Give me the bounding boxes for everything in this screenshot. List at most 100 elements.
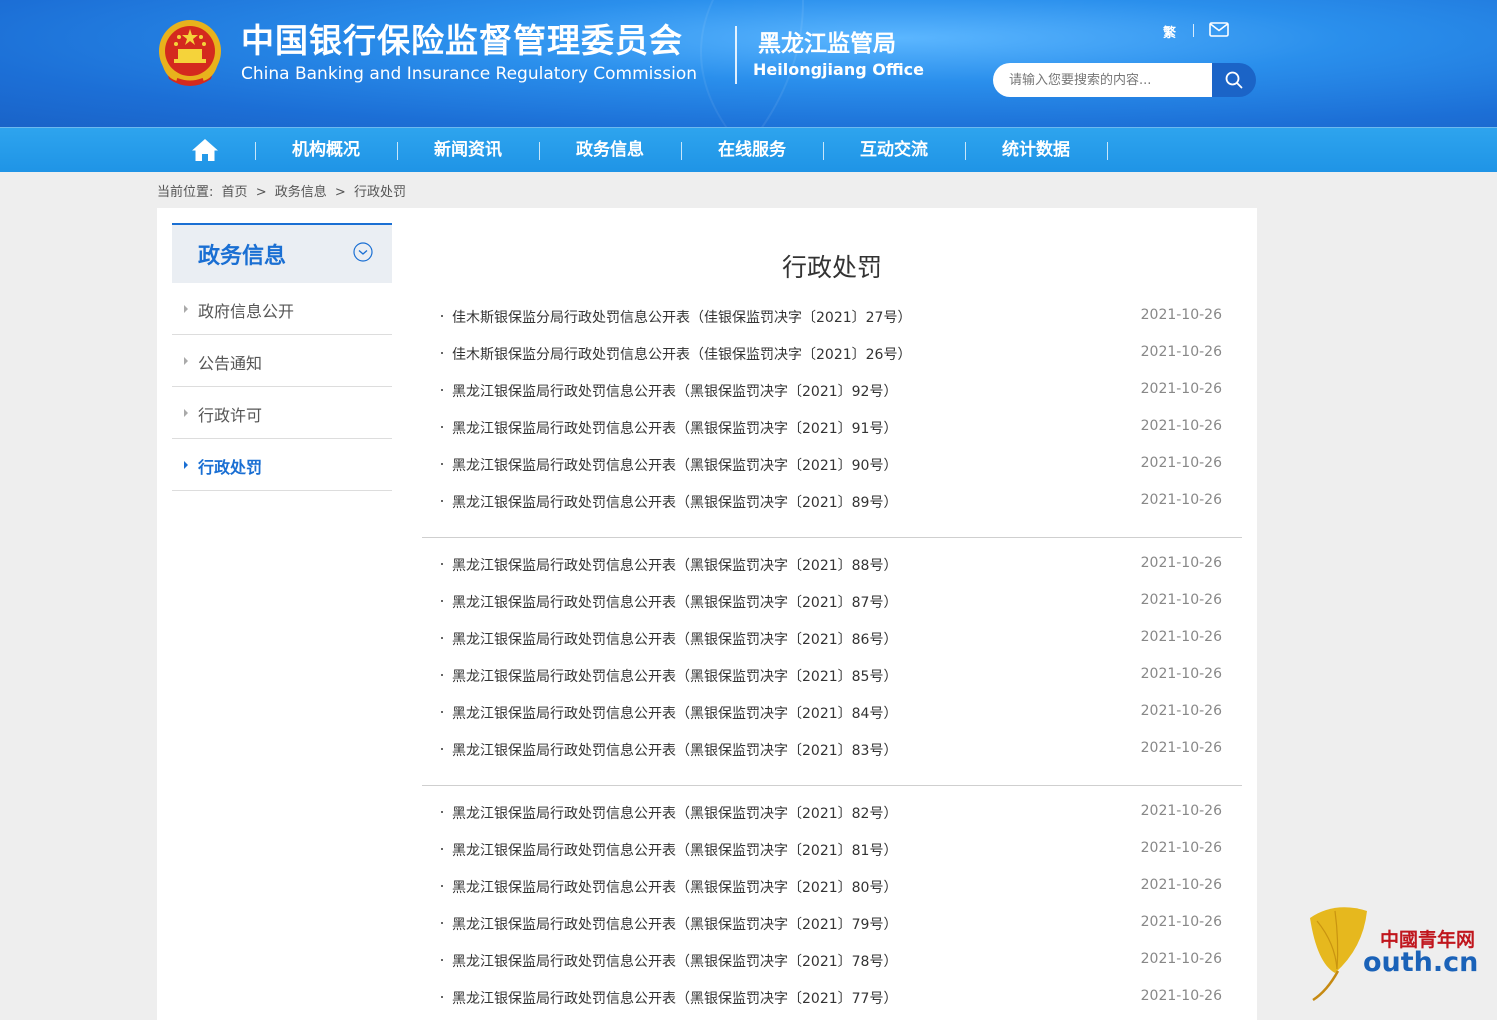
nav-item-news[interactable]: 新闻资讯 [397, 128, 539, 173]
list-item[interactable]: 黑龙江银保监局行政处罚信息公开表（黑银保监罚决字〔2021〕83号） 2021-1… [422, 731, 1242, 768]
nav-item-institution[interactable]: 机构概况 [255, 128, 397, 173]
list-item-title[interactable]: 黑龙江银保监局行政处罚信息公开表（黑银保监罚决字〔2021〕81号） [452, 840, 897, 860]
list-item-date: 2021-10-26 [1140, 840, 1222, 856]
nav-item-government-info[interactable]: 政务信息 [539, 128, 681, 173]
list-item-title[interactable]: 黑龙江银保监局行政处罚信息公开表（黑银保监罚决字〔2021〕90号） [452, 455, 897, 475]
bullet-dot-icon [441, 711, 443, 713]
list-group: 黑龙江银保监局行政处罚信息公开表（黑银保监罚决字〔2021〕88号） 2021-1… [422, 546, 1242, 768]
chevron-down-icon[interactable] [353, 242, 373, 262]
list-item-date: 2021-10-26 [1140, 344, 1222, 360]
list-item[interactable]: 黑龙江银保监局行政处罚信息公开表（黑银保监罚决字〔2021〕92号） 2021-1… [422, 372, 1242, 409]
list-item[interactable]: 黑龙江银保监局行政处罚信息公开表（黑银保监罚决字〔2021〕85号） 2021-1… [422, 657, 1242, 694]
list-item-date: 2021-10-26 [1140, 555, 1222, 571]
bullet-dot-icon [441, 811, 443, 813]
list-item[interactable]: 黑龙江银保监局行政处罚信息公开表（黑银保监罚决字〔2021〕90号） 2021-1… [422, 446, 1242, 483]
list-item-title[interactable]: 佳木斯银保监分局行政处罚信息公开表（佳银保监罚决字〔2021〕26号） [452, 344, 911, 364]
breadcrumb-home[interactable]: 首页 [222, 185, 248, 200]
content-title: 行政处罚 [781, 253, 882, 282]
list-item-title[interactable]: 黑龙江银保监局行政处罚信息公开表（黑银保监罚决字〔2021〕89号） [452, 492, 897, 512]
list-item-date: 2021-10-26 [1140, 381, 1222, 397]
list-item[interactable]: 黑龙江银保监局行政处罚信息公开表（黑银保监罚决字〔2021〕84号） 2021-1… [422, 694, 1242, 731]
search-box [993, 63, 1256, 97]
search-input[interactable] [993, 63, 1212, 97]
national-emblem-icon[interactable] [157, 17, 223, 87]
breadcrumb-government-info[interactable]: 政务信息 [275, 185, 327, 200]
list-item[interactable]: 佳木斯银保监分局行政处罚信息公开表（佳银保监罚决字〔2021〕26号） 2021-… [422, 335, 1242, 372]
office-name-cn: 黑龙江监管局 [758, 31, 896, 57]
list-item-date: 2021-10-26 [1140, 492, 1222, 508]
list-item[interactable]: 黑龙江银保监局行政处罚信息公开表（黑银保监罚决字〔2021〕86号） 2021-1… [422, 620, 1242, 657]
bullet-dot-icon [441, 500, 443, 502]
main-panel: 政务信息 政府信息公开 公告通知 行政许可 行政处罚 行政处罚 佳木斯银保监分局… [157, 208, 1257, 1020]
breadcrumb-current[interactable]: 行政处罚 [354, 185, 406, 200]
list-item-title[interactable]: 佳木斯银保监分局行政处罚信息公开表（佳银保监罚决字〔2021〕27号） [452, 307, 911, 327]
list-item-title[interactable]: 黑龙江银保监局行政处罚信息公开表（黑银保监罚决字〔2021〕85号） [452, 666, 897, 686]
list-item[interactable]: 黑龙江银保监局行政处罚信息公开表（黑银保监罚决字〔2021〕89号） 2021-1… [422, 483, 1242, 520]
nav-item-online-service[interactable]: 在线服务 [681, 128, 823, 173]
list-item[interactable]: 黑龙江银保监局行政处罚信息公开表（黑银保监罚决字〔2021〕82号） 2021-1… [422, 794, 1242, 831]
list-item-date: 2021-10-26 [1140, 307, 1222, 323]
bullet-dot-icon [441, 315, 443, 317]
list-group: 佳木斯银保监分局行政处罚信息公开表（佳银保监罚决字〔2021〕27号） 2021-… [422, 298, 1242, 520]
list-item[interactable]: 黑龙江银保监局行政处罚信息公开表（黑银保监罚决字〔2021〕81号） 2021-1… [422, 831, 1242, 868]
search-button[interactable] [1212, 63, 1256, 97]
list-item-title[interactable]: 黑龙江银保监局行政处罚信息公开表（黑银保监罚决字〔2021〕82号） [452, 803, 897, 823]
site-title-en: China Banking and Insurance Regulatory C… [241, 64, 698, 84]
bullet-dot-icon [441, 637, 443, 639]
list-item-date: 2021-10-26 [1140, 666, 1222, 682]
bullet-dot-icon [441, 922, 443, 924]
breadcrumb-separator: > [334, 185, 346, 200]
list-item[interactable]: 黑龙江银保监局行政处罚信息公开表（黑银保监罚决字〔2021〕78号） 2021-1… [422, 942, 1242, 979]
list-item[interactable]: 黑龙江银保监局行政处罚信息公开表（黑银保监罚决字〔2021〕80号） 2021-1… [422, 868, 1242, 905]
nav-item-interaction[interactable]: 互动交流 [823, 128, 965, 173]
nav-item-statistics[interactable]: 统计数据 [965, 128, 1107, 173]
list-item[interactable]: 黑龙江银保监局行政处罚信息公开表（黑银保监罚决字〔2021〕79号） 2021-1… [422, 905, 1242, 942]
list-item-title[interactable]: 黑龙江银保监局行政处罚信息公开表（黑银保监罚决字〔2021〕79号） [452, 914, 897, 934]
watermark-en-text: outh.cn [1363, 947, 1479, 978]
sidebar-item-administrative-license[interactable]: 行政许可 [172, 387, 392, 439]
sidebar-item-administrative-penalty[interactable]: 行政处罚 [172, 439, 392, 491]
list-item[interactable]: 佳木斯银保监分局行政处罚信息公开表（佳银保监罚决字〔2021〕27号） 2021-… [422, 298, 1242, 335]
list-item-title[interactable]: 黑龙江银保监局行政处罚信息公开表（黑银保监罚决字〔2021〕86号） [452, 629, 897, 649]
traditional-chinese-link[interactable]: 繁 [1163, 22, 1176, 41]
office-name-en: Heilongjiang Office [753, 60, 925, 79]
bullet-dot-icon [441, 959, 443, 961]
list-item-title[interactable]: 黑龙江银保监局行政处罚信息公开表（黑银保监罚决字〔2021〕80号） [452, 877, 897, 897]
sidebar-item-announcements[interactable]: 公告通知 [172, 335, 392, 387]
list-item-title[interactable]: 黑龙江银保监局行政处罚信息公开表（黑银保监罚决字〔2021〕91号） [452, 418, 897, 438]
bullet-dot-icon [441, 352, 443, 354]
list-item[interactable]: 黑龙江银保监局行政处罚信息公开表（黑银保监罚决字〔2021〕88号） 2021-1… [422, 546, 1242, 583]
list-item-date: 2021-10-26 [1140, 703, 1222, 719]
header-divider [735, 26, 737, 84]
bullet-dot-icon [441, 996, 443, 998]
main-nav: 机构概况 新闻资讯 政务信息 在线服务 互动交流 统计数据 [0, 127, 1497, 172]
sidebar-header: 政务信息 [172, 223, 392, 283]
sidebar-item-label: 行政许可 [198, 406, 263, 425]
list-item-title[interactable]: 黑龙江银保监局行政处罚信息公开表（黑银保监罚决字〔2021〕78号） [452, 951, 897, 971]
list-item-title[interactable]: 黑龙江银保监局行政处罚信息公开表（黑银保监罚决字〔2021〕83号） [452, 740, 897, 760]
breadcrumb-separator: > [255, 185, 267, 200]
list-item[interactable]: 黑龙江银保监局行政处罚信息公开表（黑银保监罚决字〔2021〕87号） 2021-1… [422, 583, 1242, 620]
search-icon [1225, 71, 1243, 89]
list-item-title[interactable]: 黑龙江银保监局行政处罚信息公开表（黑银保监罚决字〔2021〕92号） [452, 381, 897, 401]
list-item-title[interactable]: 黑龙江银保监局行政处罚信息公开表（黑银保监罚决字〔2021〕77号） [452, 988, 897, 1008]
mail-icon[interactable] [1209, 22, 1229, 37]
sidebar-item-label: 行政处罚 [198, 458, 263, 477]
list-item-date: 2021-10-26 [1140, 455, 1222, 471]
home-icon[interactable] [191, 138, 219, 162]
nav-separator [1107, 142, 1108, 160]
list-item-date: 2021-10-26 [1140, 629, 1222, 645]
bullet-dot-icon [441, 748, 443, 750]
bullet-dot-icon [441, 885, 443, 887]
list-item[interactable]: 黑龙江银保监局行政处罚信息公开表（黑银保监罚决字〔2021〕77号） 2021-1… [422, 979, 1242, 1016]
list-item-title[interactable]: 黑龙江银保监局行政处罚信息公开表（黑银保监罚决字〔2021〕87号） [452, 592, 897, 612]
list-item[interactable]: 黑龙江银保监局行政处罚信息公开表（黑银保监罚决字〔2021〕91号） 2021-1… [422, 409, 1242, 446]
list-item-title[interactable]: 黑龙江银保监局行政处罚信息公开表（黑银保监罚决字〔2021〕84号） [452, 703, 897, 723]
bullet-dot-icon [441, 389, 443, 391]
header-link-separator [1193, 24, 1194, 37]
list-group-divider [422, 785, 1242, 786]
site-header: 中国银行保险监督管理委员会 China Banking and Insuranc… [0, 0, 1497, 127]
caret-right-icon [184, 461, 188, 469]
list-item-title[interactable]: 黑龙江银保监局行政处罚信息公开表（黑银保监罚决字〔2021〕88号） [452, 555, 897, 575]
sidebar-item-gov-info-disclosure[interactable]: 政府信息公开 [172, 283, 392, 335]
